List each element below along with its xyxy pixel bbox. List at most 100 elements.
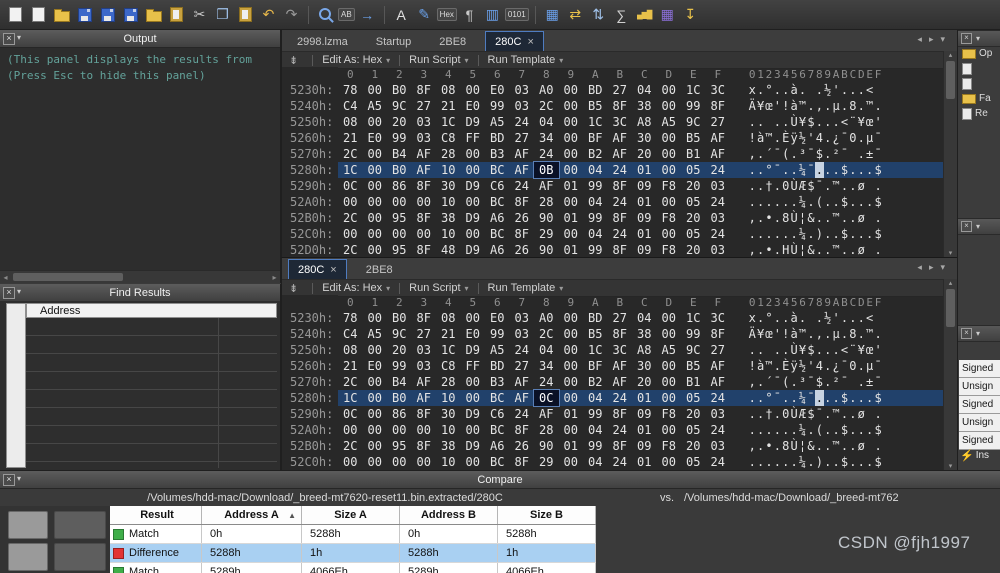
hex-byte[interactable]: AF bbox=[608, 374, 633, 390]
hex-byte[interactable]: 95 bbox=[387, 242, 412, 257]
inspector-row[interactable]: Signed bbox=[959, 432, 1000, 450]
hex-byte[interactable]: A5 bbox=[485, 114, 510, 130]
hex-byte[interactable]: 03 bbox=[510, 310, 535, 326]
inspector-row[interactable]: Unsign bbox=[959, 378, 1000, 396]
hex-byte[interactable]: 8F bbox=[412, 406, 437, 422]
chevron-down-icon[interactable]: ▾ bbox=[17, 474, 21, 483]
hex-row[interactable]: 5240h: C4 A5 9C 27 21 E0 99 03 2C 00 B5 8F 38 00 99 8F Ä ¥… bbox=[282, 98, 944, 114]
hex-grid[interactable]: 0123456789ABCDEF0123456789ABCDEF 5230h: 7… bbox=[282, 67, 944, 257]
hex-byte[interactable]: 24 bbox=[706, 454, 731, 470]
find-result-row[interactable] bbox=[26, 390, 277, 408]
hex-byte[interactable]: 9C bbox=[387, 326, 412, 342]
hex-row[interactable]: 5280h: 1C 00 B0 AF 10 00 BC AF 0B 00 04 24 01 00 05 24..… bbox=[282, 161, 944, 179]
hex-byte[interactable]: 01 bbox=[632, 422, 657, 438]
hex-byte[interactable]: 8F bbox=[608, 438, 633, 454]
hex-byte[interactable]: 8F bbox=[412, 438, 437, 454]
hex-byte[interactable]: B2 bbox=[583, 146, 608, 162]
hex-byte[interactable]: 00 bbox=[363, 242, 388, 257]
hex-byte[interactable]: 30 bbox=[436, 406, 461, 422]
hex-byte[interactable]: B5 bbox=[681, 130, 706, 146]
hex-byte[interactable]: BD bbox=[485, 358, 510, 374]
hex-byte[interactable]: 01 bbox=[559, 178, 584, 194]
hex-byte[interactable]: 1C bbox=[681, 310, 706, 326]
hex-byte[interactable]: 00 bbox=[461, 146, 486, 162]
hex-byte[interactable]: 27 bbox=[510, 358, 535, 374]
hex-byte[interactable]: 20 bbox=[681, 178, 706, 194]
scroll-down-icon[interactable]: ▾ bbox=[949, 462, 953, 470]
hex-byte[interactable]: AF bbox=[706, 146, 731, 162]
hex-byte[interactable]: 00 bbox=[363, 210, 388, 226]
hex-byte[interactable]: BC bbox=[485, 454, 510, 470]
hex-byte[interactable]: B5 bbox=[681, 358, 706, 374]
find-result-row[interactable] bbox=[26, 354, 277, 372]
hex-byte[interactable]: 3C bbox=[608, 114, 633, 130]
hex-byte[interactable]: 09 bbox=[632, 406, 657, 422]
hex-byte[interactable]: E0 bbox=[485, 82, 510, 98]
hex-byte[interactable]: 05 bbox=[681, 422, 706, 438]
chevron-down-icon[interactable]: ▾ bbox=[17, 33, 21, 42]
hex-byte[interactable]: B0 bbox=[387, 162, 412, 178]
hex-byte[interactable]: 30 bbox=[632, 130, 657, 146]
hex-byte[interactable]: A8 bbox=[632, 114, 657, 130]
hex-byte[interactable]: B4 bbox=[387, 374, 412, 390]
hex-byte[interactable]: AF bbox=[706, 374, 731, 390]
hex-byte[interactable]: 20 bbox=[681, 438, 706, 454]
hex-byte[interactable]: 00 bbox=[461, 374, 486, 390]
hex-byte[interactable]: 3C bbox=[706, 310, 731, 326]
hex-byte[interactable]: 28 bbox=[436, 374, 461, 390]
hex-byte[interactable]: 95 bbox=[387, 438, 412, 454]
tab-list-icon[interactable]: ▾ bbox=[940, 34, 945, 45]
address-column-header[interactable]: Address bbox=[26, 303, 277, 318]
hex-byte[interactable]: F8 bbox=[657, 210, 682, 226]
hex-byte[interactable]: 00 bbox=[412, 422, 437, 438]
hex-byte[interactable]: F8 bbox=[657, 178, 682, 194]
hex-mode-icon[interactable]: Hex bbox=[436, 8, 457, 21]
hex-byte[interactable]: 24 bbox=[706, 422, 731, 438]
hex-byte[interactable]: 03 bbox=[706, 438, 731, 454]
hex-byte[interactable]: 04 bbox=[583, 390, 608, 406]
hex-byte[interactable]: 03 bbox=[412, 114, 437, 130]
hex-byte[interactable]: 10 bbox=[436, 226, 461, 242]
hex-byte[interactable]: A8 bbox=[632, 342, 657, 358]
hex-byte[interactable]: 00 bbox=[657, 374, 682, 390]
grid-tools-icon[interactable]: ▦ bbox=[657, 4, 678, 25]
hex-byte[interactable]: A5 bbox=[657, 114, 682, 130]
scroll-up-icon[interactable]: ▴ bbox=[949, 279, 953, 287]
hex-byte[interactable]: 03 bbox=[510, 82, 535, 98]
hex-byte[interactable]: 20 bbox=[681, 210, 706, 226]
hex-byte[interactable]: AF bbox=[608, 358, 633, 374]
hex-byte[interactable]: BC bbox=[485, 422, 510, 438]
hex-byte[interactable]: C8 bbox=[436, 358, 461, 374]
tab-scroll-right-icon[interactable]: ▸ bbox=[929, 262, 934, 273]
histogram-icon[interactable]: ▄▆█ bbox=[634, 4, 655, 25]
hex-byte[interactable]: 01 bbox=[632, 162, 657, 178]
hex-byte[interactable]: AF bbox=[534, 178, 559, 194]
hex-byte[interactable]: F8 bbox=[657, 406, 682, 422]
hex-byte[interactable]: 99 bbox=[583, 178, 608, 194]
hex-byte[interactable]: 27 bbox=[608, 310, 633, 326]
hex-byte[interactable]: 1C bbox=[338, 390, 363, 406]
find-result-row[interactable] bbox=[26, 408, 277, 426]
hex-byte[interactable]: 1C bbox=[436, 114, 461, 130]
hex-byte[interactable]: 99 bbox=[583, 210, 608, 226]
hex-byte[interactable]: 24 bbox=[706, 194, 731, 210]
hex-byte[interactable]: 01 bbox=[559, 242, 584, 257]
hex-byte[interactable]: 00 bbox=[559, 226, 584, 242]
hex-byte[interactable]: C6 bbox=[485, 406, 510, 422]
compare-row[interactable]: Match 5289h 4066Eh 5289h 4066Eh bbox=[110, 563, 596, 573]
hex-byte[interactable]: 00 bbox=[657, 226, 682, 242]
hex-byte[interactable]: 8F bbox=[510, 422, 535, 438]
hex-byte[interactable]: 0C bbox=[338, 178, 363, 194]
column-header-address-b[interactable]: Address B bbox=[400, 506, 498, 524]
hex-byte[interactable]: 04 bbox=[583, 226, 608, 242]
hex-byte[interactable]: 2C bbox=[534, 326, 559, 342]
column-mode-icon[interactable]: ▥ bbox=[482, 4, 503, 25]
hex-byte[interactable]: 99 bbox=[583, 406, 608, 422]
hex-byte[interactable]: B3 bbox=[485, 374, 510, 390]
hex-byte[interactable]: 21 bbox=[338, 130, 363, 146]
hex-byte[interactable]: A6 bbox=[485, 210, 510, 226]
close-tab-icon[interactable]: × bbox=[527, 36, 533, 47]
column-header-address-a[interactable]: Address A ▲ bbox=[202, 506, 302, 524]
hex-row[interactable]: 52D0h: 2C 00 95 8F 48 D9 A6 26 90 01 99 8F 09 F8 20 03,.… bbox=[282, 242, 944, 257]
hex-byte[interactable]: 00 bbox=[559, 194, 584, 210]
